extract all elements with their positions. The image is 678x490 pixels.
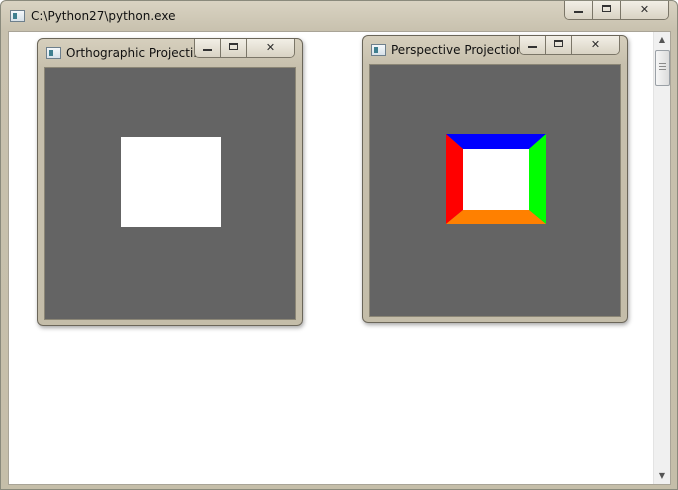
orthographic-window: Orthographic Projecti... ✕	[37, 38, 303, 326]
minimize-icon	[202, 49, 212, 51]
perspective-window: Perspective Projection ✕	[362, 35, 628, 323]
vertical-scrollbar[interactable]: ▲ ▼	[653, 32, 670, 484]
minimize-button[interactable]	[565, 1, 593, 19]
window-app-icon[interactable]	[371, 44, 386, 56]
perspective-canvas[interactable]	[369, 64, 621, 317]
close-icon: ✕	[639, 3, 650, 16]
maximize-button[interactable]	[221, 39, 247, 57]
window-title: Perspective Projection	[391, 43, 524, 57]
minimize-icon	[527, 46, 537, 48]
close-button[interactable]: ✕	[572, 36, 619, 54]
maximize-icon	[601, 5, 611, 12]
maximize-icon	[228, 43, 238, 50]
close-icon: ✕	[590, 38, 601, 51]
close-icon: ✕	[265, 41, 276, 54]
box-bottom-face	[446, 210, 546, 224]
box-front-face	[463, 149, 529, 210]
maximize-button[interactable]	[546, 36, 572, 54]
window-caption-buttons: ✕	[519, 36, 620, 55]
minimize-button[interactable]	[195, 39, 221, 57]
box-top-face	[446, 134, 546, 149]
box-left-face	[446, 134, 463, 224]
scroll-thumb[interactable]	[655, 50, 670, 86]
minimize-button[interactable]	[520, 36, 546, 54]
white-square	[121, 137, 221, 227]
maximize-button[interactable]	[593, 1, 621, 19]
orthographic-canvas[interactable]	[44, 67, 296, 320]
window-app-icon[interactable]	[46, 47, 61, 59]
scroll-up-arrow-icon[interactable]: ▲	[654, 32, 670, 48]
minimize-icon	[573, 11, 583, 13]
perspective-box-graphic	[446, 134, 546, 224]
scroll-down-arrow-icon[interactable]: ▼	[654, 468, 670, 484]
window-title: Orthographic Projecti...	[66, 46, 205, 60]
window-caption-buttons: ✕	[194, 39, 295, 58]
window-app-icon[interactable]	[10, 10, 25, 22]
box-right-face	[529, 134, 546, 224]
maximize-icon	[553, 40, 563, 47]
close-button[interactable]: ✕	[621, 1, 668, 19]
close-button[interactable]: ✕	[247, 39, 294, 57]
window-title: C:\Python27\python.exe	[31, 9, 176, 23]
window-caption-buttons: ✕	[564, 1, 669, 20]
